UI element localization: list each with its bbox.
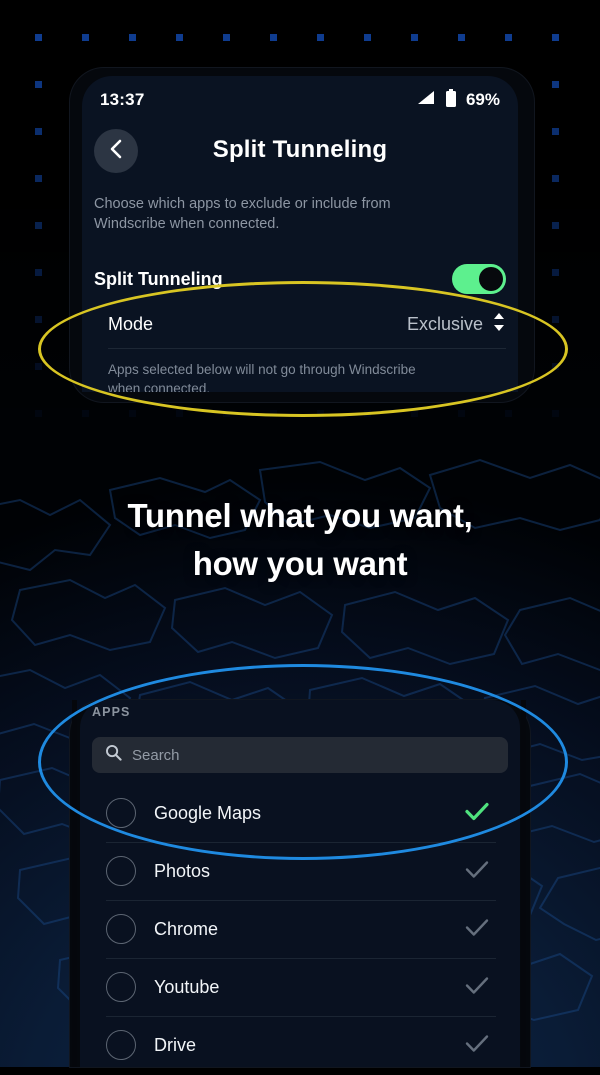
status-bar: 13:37 69%: [82, 76, 518, 124]
decorative-dot: [35, 175, 42, 182]
phone-bezel-right: [521, 700, 526, 1067]
decorative-dot: [35, 269, 42, 276]
toggle-knob: [479, 267, 503, 291]
headline-line-1: Tunnel what you want,: [127, 497, 473, 534]
decorative-dot: [552, 316, 559, 323]
decorative-dot: [552, 410, 559, 417]
chevron-up-down-icon[interactable]: [492, 311, 506, 338]
apps-section-label: APPS: [92, 705, 131, 719]
split-tunneling-label: Split Tunneling: [94, 268, 223, 289]
battery-percent: 69%: [465, 90, 500, 109]
decorative-dot: [223, 410, 230, 417]
decorative-dot: [35, 316, 42, 323]
status-time: 13:37: [100, 90, 145, 109]
decorative-dot: [458, 410, 465, 417]
check-icon[interactable]: [464, 800, 490, 827]
decorative-dot: [552, 34, 559, 41]
mode-hint-text: Apps selected below will not go through …: [108, 362, 416, 392]
decorative-dot: [35, 81, 42, 88]
radio-unchecked-icon[interactable]: [106, 798, 136, 828]
app-name: Chrome: [154, 918, 219, 939]
split-tunneling-toggle[interactable]: [452, 264, 506, 294]
decorative-dot: [270, 410, 277, 417]
phone-screen-split-tunneling: 13:37 69% Split Tunneling Choose which a…: [82, 76, 518, 392]
radio-unchecked-icon[interactable]: [106, 856, 136, 886]
decorative-dot: [552, 222, 559, 229]
decorative-dot: [35, 410, 42, 417]
decorative-dot: [82, 34, 89, 41]
decorative-dot: [223, 34, 230, 41]
check-icon[interactable]: [464, 1032, 490, 1059]
decorative-dot: [505, 410, 512, 417]
decorative-dot: [176, 410, 183, 417]
radio-unchecked-icon[interactable]: [106, 972, 136, 1002]
split-tunneling-toggle-row[interactable]: Split Tunneling: [94, 256, 506, 302]
app-list-item[interactable]: Youtube: [80, 958, 520, 1016]
decorative-dot: [552, 128, 559, 135]
radio-unchecked-icon[interactable]: [106, 1030, 136, 1060]
decorative-dot: [364, 410, 371, 417]
check-icon[interactable]: [464, 974, 490, 1001]
decorative-dot: [317, 34, 324, 41]
decorative-dot: [552, 363, 559, 370]
app-name: Youtube: [154, 976, 220, 997]
decorative-dot: [35, 34, 42, 41]
app-list-item[interactable]: Photos: [80, 842, 520, 900]
check-icon[interactable]: [464, 858, 490, 885]
decorative-dot: [364, 34, 371, 41]
status-indicators: 69%: [416, 88, 500, 112]
search-input[interactable]: Search: [92, 737, 508, 773]
decorative-dot: [552, 269, 559, 276]
mode-selector[interactable]: Exclusive: [407, 311, 506, 338]
app-name: Photos: [154, 860, 211, 881]
decorative-dot: [35, 128, 42, 135]
app-name: Google Maps: [154, 802, 262, 823]
decorative-dot: [82, 410, 89, 417]
decorative-dot: [35, 222, 42, 229]
decorative-dot: [129, 34, 136, 41]
decorative-dot: [552, 175, 559, 182]
app-name: Drive: [154, 1034, 197, 1055]
page-title: Split Tunneling: [212, 136, 388, 163]
decorative-dot: [411, 410, 418, 417]
mode-row[interactable]: Mode Exclusive: [108, 304, 506, 344]
settings-subtitle: Choose which apps to exclude or include …: [94, 196, 391, 232]
app-list-item[interactable]: Chrome: [80, 900, 520, 958]
decorative-dot: [317, 410, 324, 417]
decorative-dot: [411, 34, 418, 41]
mode-label: Mode: [108, 313, 154, 334]
phone-bezel-left: [72, 700, 77, 1067]
check-icon[interactable]: [464, 916, 490, 943]
battery-icon: [445, 88, 457, 112]
signal-bars-icon: [416, 90, 436, 111]
decorative-dot: [129, 410, 136, 417]
apps-list[interactable]: Google Maps Photos Chrome Youtube Drive: [80, 784, 520, 1074]
store-headline: Tunnel what you want, how you want: [0, 492, 600, 588]
decorative-dot: [458, 34, 465, 41]
app-list-item[interactable]: Google Maps: [80, 784, 520, 842]
app-header: Split Tunneling: [82, 126, 518, 182]
decorative-dot: [176, 34, 183, 41]
app-list-item[interactable]: Drive: [80, 1016, 520, 1074]
headline-line-2: how you want: [192, 545, 408, 582]
decorative-dot: [270, 34, 277, 41]
search-placeholder: Search: [132, 746, 180, 764]
decorative-dot: [505, 34, 512, 41]
decorative-dot: [552, 81, 559, 88]
search-icon: [105, 744, 122, 766]
decorative-dot: [35, 363, 42, 370]
mode-divider: [108, 348, 506, 349]
radio-unchecked-icon[interactable]: [106, 914, 136, 944]
mode-value: Exclusive: [406, 313, 483, 334]
